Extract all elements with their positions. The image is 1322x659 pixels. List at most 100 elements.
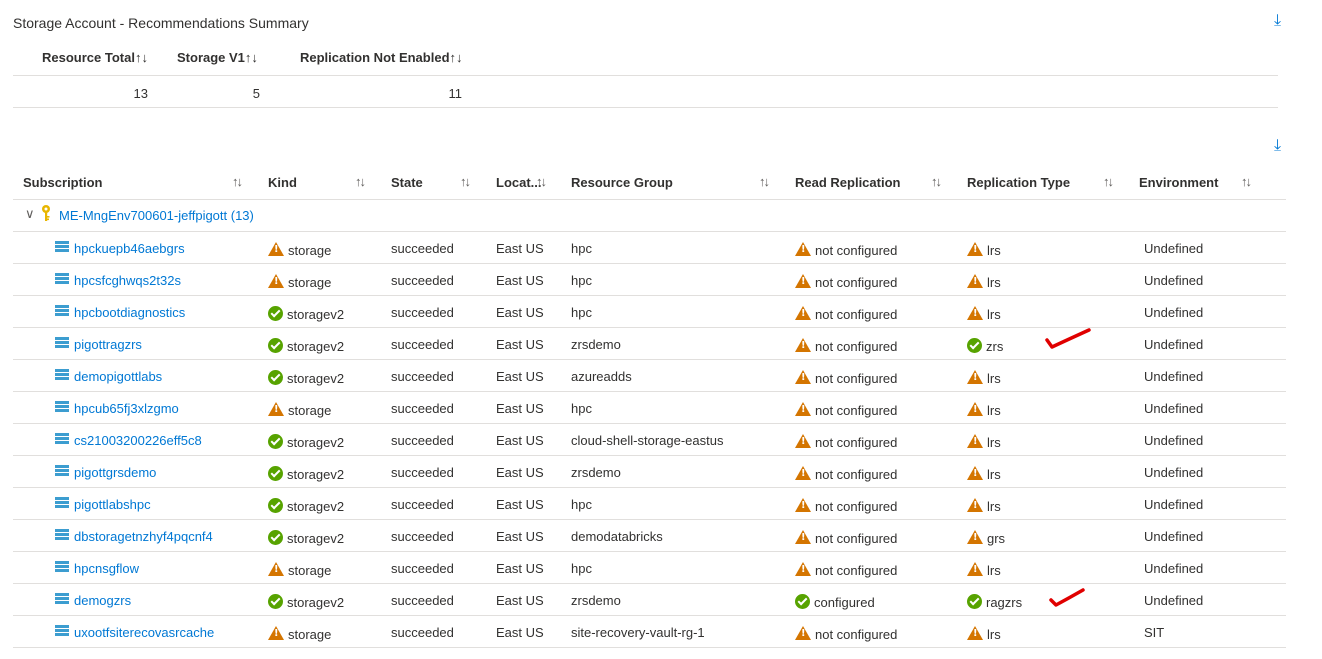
replication-type-cell-text: lrs — [987, 627, 1001, 642]
column-header-kind[interactable]: Kind — [268, 175, 297, 190]
environment-cell: Undefined — [1144, 369, 1203, 384]
storage-account-name[interactable]: pigottragzrs — [55, 337, 142, 352]
location-cell-text: East US — [496, 369, 544, 384]
warning-icon — [795, 466, 811, 480]
column-header-environment[interactable]: Environment — [1139, 175, 1218, 190]
sort-icon[interactable]: ↑↓ — [536, 174, 547, 189]
subscription-group-link[interactable]: ME-MngEnv700601-jeffpigott (13) — [59, 208, 254, 223]
table-row[interactable]: hpckuepb46aebgrs storage succeeded East US h… — [0, 232, 1290, 264]
storage-account-name[interactable]: demopigottlabs — [55, 369, 162, 384]
sort-icon[interactable]: ↑↓ — [245, 50, 258, 65]
resource-group-cell-text: zrsdemo — [571, 465, 621, 480]
table-row[interactable]: pigottragzrs storagev2 succeeded East US zrs… — [0, 328, 1290, 360]
column-header-read-replication[interactable]: Read Replication — [795, 175, 900, 190]
environment-cell-text: Undefined — [1144, 273, 1204, 288]
download-icon[interactable]: ⤓ — [1274, 137, 1281, 155]
success-icon — [967, 338, 982, 353]
storage-account-name-text[interactable]: hpcnsgflow — [74, 561, 139, 576]
state-cell-text: succeeded — [391, 241, 454, 256]
storage-account-name[interactable]: cs21003200226eff5c8 — [55, 433, 202, 448]
table-row[interactable]: hpcsfcghwqs2t32s storage succeeded East US h… — [0, 264, 1290, 296]
table-row[interactable]: pigottlabshpc storagev2 succeeded East US hp… — [0, 488, 1290, 520]
kind-cell-text: storagev2 — [287, 531, 345, 546]
sort-icon[interactable]: ↑↓ — [135, 50, 148, 65]
sort-icon[interactable]: ↑↓ — [931, 174, 942, 189]
storage-account-name-text[interactable]: uxootfsiterecovasrcache — [74, 625, 214, 640]
replication-type-cell: lrs — [967, 562, 1001, 578]
storage-account-name[interactable]: demogzrs — [55, 593, 131, 608]
warning-icon — [268, 242, 284, 256]
storage-account-name[interactable]: dbstoragetnzhyf4pqcnf4 — [55, 529, 213, 544]
storage-account-name-text[interactable]: hpckuepb46aebgrs — [74, 241, 185, 256]
storage-account-name[interactable]: hpcbootdiagnostics — [55, 305, 185, 320]
replication-type-cell: zrs — [967, 338, 1003, 354]
column-header-resource-group[interactable]: Resource Group — [571, 175, 673, 190]
location-cell-text: East US — [496, 241, 544, 256]
table-row[interactable]: hpcbootdiagnostics storagev2 succeeded East… — [0, 296, 1290, 328]
sort-icon[interactable]: ↑↓ — [460, 174, 471, 189]
success-icon — [268, 370, 283, 385]
table-row[interactable]: dbstoragetnzhyf4pqcnf4 storagev2 succeeded… — [0, 520, 1290, 552]
summary-header-resource-total[interactable]: Resource Total↑↓ — [42, 50, 148, 65]
resource-group-cell: azureadds — [571, 369, 632, 384]
storage-account-name[interactable]: hpcsfcghwqs2t32s — [55, 273, 181, 288]
chevron-down-icon[interactable]: ∨ — [25, 206, 35, 222]
storage-account-name-text[interactable]: pigottgrsdemo — [74, 465, 156, 480]
column-header-replication-type[interactable]: Replication Type — [967, 175, 1070, 190]
replication-type-cell-text: lrs — [987, 435, 1001, 450]
warning-icon — [967, 530, 983, 544]
storage-account-name[interactable]: pigottlabshpc — [55, 497, 151, 512]
read-replication-cell: not configured — [795, 306, 897, 322]
location-cell-text: East US — [496, 465, 544, 480]
sort-icon[interactable]: ↑↓ — [759, 174, 770, 189]
environment-cell: Undefined — [1144, 529, 1203, 544]
storage-account-name-text[interactable]: demopigottlabs — [74, 369, 162, 384]
table-row[interactable]: pigottgrsdemo storagev2 succeeded East US zr… — [0, 456, 1290, 488]
storage-account-name-text[interactable]: cs21003200226eff5c8 — [74, 433, 202, 448]
storage-account-name[interactable]: uxootfsiterecovasrcache — [55, 625, 214, 640]
storage-account-name[interactable]: pigottgrsdemo — [55, 465, 156, 480]
table-row[interactable]: hpcnsgflow storage succeeded East US hpc not … — [0, 552, 1290, 584]
resource-group-cell: cloud-shell-storage-eastus — [571, 433, 723, 448]
sort-icon[interactable]: ↑↓ — [355, 174, 366, 189]
table-row[interactable]: demogzrs storagev2 succeeded East US zrsdemo… — [0, 584, 1290, 616]
resource-group-cell-text: site-recovery-vault-rg-1 — [571, 625, 705, 640]
sort-icon[interactable]: ↑↓ — [1103, 174, 1114, 189]
summary-header-storage-v1[interactable]: Storage V1↑↓ — [177, 50, 258, 65]
table-row[interactable]: cs21003200226eff5c8 storagev2 succeeded Eas… — [0, 424, 1290, 456]
storage-account-icon — [55, 433, 69, 444]
storage-account-name-text[interactable]: hpcsfcghwqs2t32s — [74, 273, 181, 288]
sort-icon[interactable]: ↑↓ — [1241, 174, 1252, 189]
storage-account-name-text[interactable]: dbstoragetnzhyf4pqcnf4 — [74, 529, 213, 544]
storage-account-name[interactable]: hpcub65fj3xlzgmo — [55, 401, 179, 416]
location-cell-text: East US — [496, 401, 544, 416]
state-cell: succeeded — [391, 593, 454, 608]
read-replication-cell-text: not configured — [815, 339, 898, 354]
storage-account-name-text[interactable]: demogzrs — [74, 593, 131, 608]
column-header-subscription[interactable]: Subscription — [23, 175, 102, 190]
location-cell: East US — [496, 593, 544, 608]
storage-account-name-text[interactable]: pigottragzrs — [74, 337, 142, 352]
sort-icon[interactable]: ↑↓ — [450, 50, 463, 65]
warning-icon — [795, 498, 811, 512]
storage-account-name[interactable]: hpcnsgflow — [55, 561, 139, 576]
table-row[interactable]: hpcub65fj3xlzgmo storage succeeded East US h… — [0, 392, 1290, 424]
environment-cell: Undefined — [1144, 241, 1203, 256]
read-replication-cell: not configured — [795, 274, 897, 290]
table-row[interactable]: uxootfsiterecovasrcache storage succeeded E… — [0, 616, 1290, 648]
column-header-state[interactable]: State — [391, 175, 423, 190]
state-cell: succeeded — [391, 529, 454, 544]
resource-group-cell-text: hpc — [571, 241, 592, 256]
download-icon[interactable]: ⤓ — [1274, 12, 1281, 30]
replication-type-cell-text: lrs — [987, 563, 1001, 578]
storage-account-name-text[interactable]: hpcbootdiagnostics — [74, 305, 185, 320]
storage-account-name-text[interactable]: pigottlabshpc — [74, 497, 151, 512]
storage-account-name-text[interactable]: hpcub65fj3xlzgmo — [74, 401, 179, 416]
storage-account-name[interactable]: hpckuepb46aebgrs — [55, 241, 185, 256]
warning-icon — [967, 370, 983, 384]
state-cell: succeeded — [391, 497, 454, 512]
sort-icon[interactable]: ↑↓ — [232, 174, 243, 189]
table-row[interactable]: demopigottlabs storagev2 succeeded East US a… — [0, 360, 1290, 392]
column-header-location[interactable]: Locat... — [496, 175, 542, 190]
summary-header-replication[interactable]: Replication Not Enabled↑↓ — [300, 50, 463, 65]
